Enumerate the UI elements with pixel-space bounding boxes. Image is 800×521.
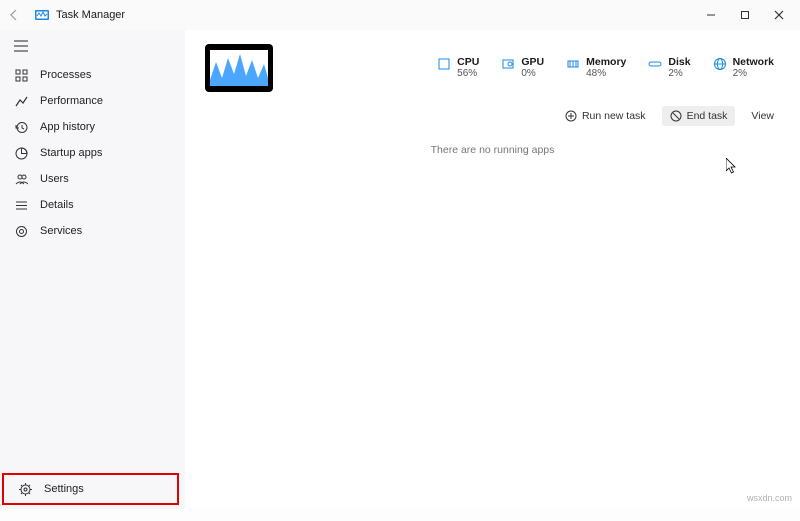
back-button[interactable] xyxy=(8,9,28,21)
sidebar-item-label: Startup apps xyxy=(40,147,102,159)
metric-value: 0% xyxy=(521,68,544,80)
metrics-row: CPU56% GPU0% Memory48% Disk2% Network2% xyxy=(437,56,780,81)
grid-icon xyxy=(14,68,28,82)
close-button[interactable] xyxy=(762,1,796,29)
run-new-task-button[interactable]: Run new task xyxy=(557,106,654,126)
content-pane: CPU56% GPU0% Memory48% Disk2% Network2% xyxy=(185,30,800,509)
gpu-icon xyxy=(501,57,515,71)
minimize-button[interactable] xyxy=(694,1,728,29)
tool-label: View xyxy=(751,110,774,122)
header-row: CPU56% GPU0% Memory48% Disk2% Network2% xyxy=(185,30,800,100)
network-icon xyxy=(713,57,727,71)
sidebar-item-label: App history xyxy=(40,121,95,133)
metric-label: CPU xyxy=(457,56,479,69)
memory-icon xyxy=(566,57,580,71)
speed-icon xyxy=(14,146,28,160)
sidebar-item-settings[interactable]: Settings xyxy=(4,475,177,503)
metric-network[interactable]: Network2% xyxy=(713,56,774,81)
empty-message: There are no running apps xyxy=(185,144,800,156)
chart-icon xyxy=(14,94,28,108)
sidebar-item-label: Processes xyxy=(40,69,91,81)
sidebar-item-startup-apps[interactable]: Startup apps xyxy=(0,140,185,166)
stop-circle-icon xyxy=(670,110,682,122)
titlebar: Task Manager xyxy=(0,0,800,30)
disk-icon xyxy=(648,57,662,71)
sidebar-item-services[interactable]: Services xyxy=(0,218,185,244)
sidebar: Processes Performance App history Startu… xyxy=(0,30,185,509)
app-icon xyxy=(34,7,50,23)
tool-label: Run new task xyxy=(582,110,646,122)
toolbar: Run new task End task View xyxy=(185,100,800,130)
settings-highlight: Settings xyxy=(2,473,179,505)
metric-gpu[interactable]: GPU0% xyxy=(501,56,544,81)
main-area: Processes Performance App history Startu… xyxy=(0,30,800,509)
sidebar-item-processes[interactable]: Processes xyxy=(0,62,185,88)
plus-circle-icon xyxy=(565,110,577,122)
metric-memory[interactable]: Memory48% xyxy=(566,56,626,81)
view-button[interactable]: View xyxy=(743,106,782,126)
sidebar-item-users[interactable]: Users xyxy=(0,166,185,192)
metric-value: 2% xyxy=(733,68,774,80)
history-icon xyxy=(14,120,28,134)
metric-value: 2% xyxy=(668,68,690,80)
mouse-cursor xyxy=(726,158,738,174)
sidebar-item-details[interactable]: Details xyxy=(0,192,185,218)
sidebar-item-label: Settings xyxy=(44,483,84,495)
maximize-button[interactable] xyxy=(728,1,762,29)
watermark: wsxdn.com xyxy=(747,493,792,503)
end-task-button[interactable]: End task xyxy=(662,106,736,126)
performance-thumbnail[interactable] xyxy=(205,44,273,92)
list-icon xyxy=(14,198,28,212)
metric-value: 56% xyxy=(457,68,479,80)
users-icon xyxy=(14,172,28,186)
cpu-icon xyxy=(437,57,451,71)
hamburger-menu[interactable] xyxy=(0,34,185,62)
gear-icon xyxy=(18,482,32,496)
sidebar-item-label: Services xyxy=(40,225,82,237)
metric-label: GPU xyxy=(521,56,544,69)
metric-cpu[interactable]: CPU56% xyxy=(437,56,479,81)
metric-value: 48% xyxy=(586,68,626,80)
metric-label: Network xyxy=(733,56,774,69)
metric-label: Memory xyxy=(586,56,626,69)
sidebar-item-performance[interactable]: Performance xyxy=(0,88,185,114)
sidebar-item-label: Performance xyxy=(40,95,103,107)
sidebar-item-app-history[interactable]: App history xyxy=(0,114,185,140)
metric-label: Disk xyxy=(668,56,690,69)
sidebar-item-label: Users xyxy=(40,173,69,185)
services-icon xyxy=(14,224,28,238)
metric-disk[interactable]: Disk2% xyxy=(648,56,690,81)
tool-label: End task xyxy=(687,110,728,122)
window-title: Task Manager xyxy=(56,9,125,21)
sidebar-item-label: Details xyxy=(40,199,74,211)
